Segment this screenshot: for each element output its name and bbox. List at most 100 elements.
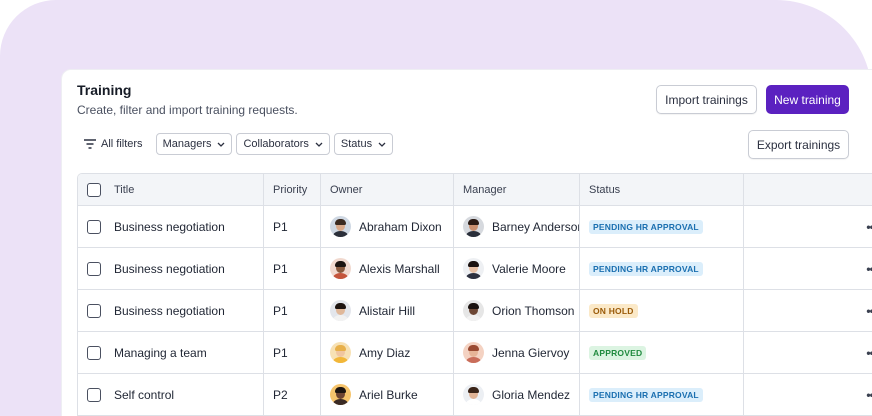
status-badge: PENDING HR APPROVAL (589, 261, 703, 276)
owner-name: Alexis Marshall (359, 261, 440, 276)
row-checkbox[interactable] (87, 303, 101, 318)
owner-name: Amy Diaz (359, 345, 411, 360)
page-subtitle: Create, filter and import training reque… (77, 103, 298, 117)
cell-title: Business negotiation (78, 206, 264, 247)
table-row[interactable]: Business negotiation P1 Abraham Dixon Ba… (78, 206, 872, 248)
column-priority[interactable]: Priority (264, 174, 321, 205)
chevron-down-icon (315, 142, 323, 147)
filter-chip-status[interactable]: Status (333, 133, 394, 155)
cell-owner: Alistair Hill (321, 290, 454, 331)
cell-owner: Ariel Burke (321, 374, 454, 415)
cell-actions: ••• (744, 290, 872, 331)
chevron-down-icon (218, 142, 225, 147)
cell-actions: ••• (744, 332, 872, 373)
cell-owner: Abraham Dixon (321, 206, 454, 247)
column-owner[interactable]: Owner (321, 174, 454, 205)
all-filters-button[interactable]: All filters (84, 138, 143, 150)
cell-actions: ••• (744, 374, 872, 415)
chevron-down-icon (378, 142, 386, 147)
cell-priority: P1 (264, 290, 321, 331)
avatar-icon (463, 258, 484, 279)
row-checkbox[interactable] (87, 345, 101, 360)
more-horizontal-icon[interactable]: ••• (866, 220, 872, 234)
more-horizontal-icon[interactable]: ••• (866, 346, 872, 360)
training-title: Business negotiation (114, 261, 225, 276)
owner-name: Alistair Hill (359, 303, 416, 318)
table-row[interactable]: Business negotiation P1 Alexis Marshall … (78, 248, 872, 290)
training-panel: Training Create, filter and import train… (61, 69, 872, 416)
cell-status: PENDING HR APPROVAL (580, 206, 744, 247)
chip-label: Managers (162, 138, 212, 150)
manager-name: Barney Anderson (492, 219, 580, 234)
cell-title: Business negotiation (78, 248, 264, 289)
all-filters-label: All filters (101, 138, 143, 150)
status-badge: APPROVED (589, 345, 647, 360)
owner-name: Abraham Dixon (359, 219, 442, 234)
status-badge: ON HOLD (589, 303, 638, 318)
cell-title: Business negotiation (78, 290, 264, 331)
table-row[interactable]: Self control P2 Ariel Burke Gloria Mende… (78, 374, 872, 416)
cell-manager: Gloria Mendez (454, 374, 580, 415)
cell-status: PENDING HR APPROVAL (580, 374, 744, 415)
cell-manager: Orion Thomson (454, 290, 580, 331)
row-checkbox[interactable] (87, 219, 101, 234)
row-checkbox[interactable] (87, 387, 101, 402)
training-title: Business negotiation (114, 219, 225, 234)
column-manager[interactable]: Manager (454, 174, 580, 205)
filter-chip-collaborators[interactable]: Collaborators (236, 133, 330, 155)
filter-icon (84, 139, 96, 149)
training-table: Title Priority Owner Manager Status Busi… (77, 173, 872, 416)
cell-status: PENDING HR APPROVAL (580, 248, 744, 289)
export-trainings-button[interactable]: Export trainings (748, 130, 849, 159)
cell-owner: Amy Diaz (321, 332, 454, 373)
more-horizontal-icon[interactable]: ••• (866, 388, 872, 402)
column-title: Title (78, 174, 264, 205)
manager-name: Orion Thomson (492, 303, 575, 318)
more-horizontal-icon[interactable]: ••• (866, 262, 872, 276)
cell-owner: Alexis Marshall (321, 248, 454, 289)
table-body: Business negotiation P1 Abraham Dixon Ba… (78, 206, 872, 416)
row-checkbox[interactable] (87, 261, 101, 276)
column-status[interactable]: Status (580, 174, 744, 205)
filter-chip-managers[interactable]: Managers (155, 133, 233, 155)
training-title: Business negotiation (114, 303, 225, 318)
cell-priority: P1 (264, 248, 321, 289)
select-all-checkbox[interactable] (87, 182, 101, 197)
status-badge: PENDING HR APPROVAL (589, 387, 703, 402)
avatar-icon (463, 300, 484, 321)
cell-status: APPROVED (580, 332, 744, 373)
chip-label: Collaborators (243, 138, 309, 150)
filter-bar: All filters Managers Collaborators Statu… (84, 133, 394, 155)
column-label: Title (114, 183, 135, 196)
cell-actions: ••• (744, 248, 872, 289)
table-row[interactable]: Managing a team P1 Amy Diaz Jenna Giervo… (78, 332, 872, 374)
avatar-icon (463, 216, 484, 237)
training-title: Self control (114, 387, 175, 402)
chip-label: Status (340, 138, 373, 150)
status-badge: PENDING HR APPROVAL (589, 219, 703, 234)
import-trainings-button[interactable]: Import trainings (656, 85, 757, 114)
cell-actions: ••• (744, 206, 872, 247)
training-title: Managing a team (114, 345, 207, 360)
avatar-icon (330, 258, 351, 279)
avatar-icon (330, 342, 351, 363)
table-row[interactable]: Business negotiation P1 Alistair Hill Or… (78, 290, 872, 332)
manager-name: Valerie Moore (492, 261, 566, 276)
table-header: Title Priority Owner Manager Status (78, 174, 872, 206)
cell-priority: P1 (264, 206, 321, 247)
avatar-icon (463, 342, 484, 363)
cell-manager: Valerie Moore (454, 248, 580, 289)
more-horizontal-icon[interactable]: ••• (866, 304, 872, 318)
cell-title: Managing a team (78, 332, 264, 373)
cell-status: ON HOLD (580, 290, 744, 331)
new-training-button[interactable]: New training (766, 85, 849, 114)
column-actions (744, 174, 872, 205)
avatar-icon (330, 384, 351, 405)
cell-priority: P1 (264, 332, 321, 373)
cell-manager: Jenna Giervoy (454, 332, 580, 373)
owner-name: Ariel Burke (359, 387, 418, 402)
avatar-icon (330, 300, 351, 321)
manager-name: Gloria Mendez (492, 387, 571, 402)
avatar-icon (463, 384, 484, 405)
manager-name: Jenna Giervoy (492, 345, 570, 360)
